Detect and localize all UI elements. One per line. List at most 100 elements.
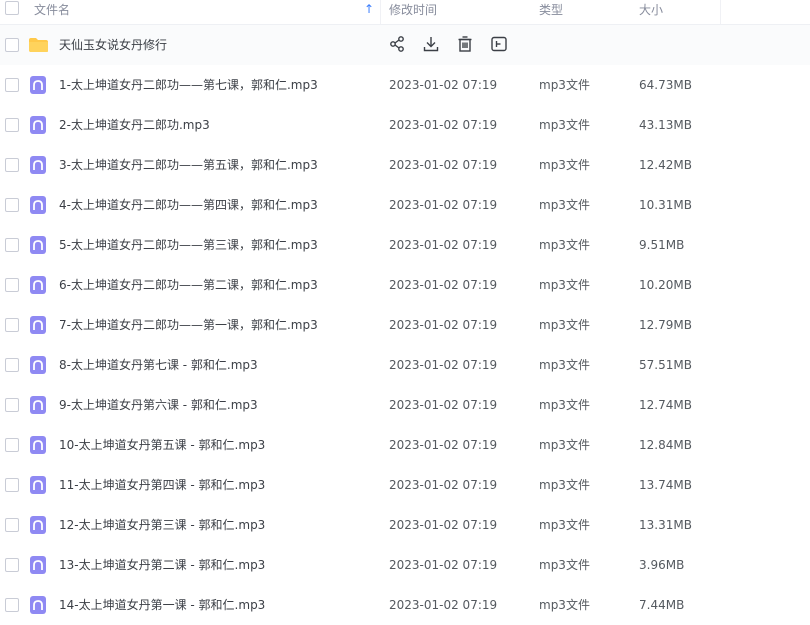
column-divider (720, 0, 721, 24)
file-modified-time: 2023-01-02 07:19 (389, 78, 498, 92)
file-size: 57.51MB (639, 358, 692, 372)
folder-icon (28, 37, 49, 53)
row-checkbox[interactable] (5, 278, 19, 292)
file-row[interactable]: 9-太上坤道女丹第六课 - 郭和仁.mp3 2023-01-02 07:19 mp3… (0, 385, 810, 425)
file-row[interactable]: 11-太上坤道女丹第四课 - 郭和仁.mp3 2023-01-02 07:19 mp… (0, 465, 810, 505)
row-checkbox[interactable] (5, 598, 19, 612)
file-name[interactable]: 14-太上坤道女丹第一课 - 郭和仁.mp3 (59, 585, 265, 625)
row-checkbox[interactable] (5, 158, 19, 172)
file-name[interactable]: 11-太上坤道女丹第四课 - 郭和仁.mp3 (59, 465, 265, 505)
file-row[interactable]: 4-太上坤道女丹二郎功——第四课，郭和仁.mp3 2023-01-02 07:19… (0, 185, 810, 225)
file-name[interactable]: 6-太上坤道女丹二郎功——第二课，郭和仁.mp3 (59, 265, 318, 305)
file-type: mp3文件 (539, 238, 590, 252)
file-modified-time: 2023-01-02 07:19 (389, 118, 498, 132)
file-type: mp3文件 (539, 518, 590, 532)
audio-file-icon (30, 396, 46, 414)
file-size: 12.79MB (639, 318, 692, 332)
folder-row[interactable]: 天仙玉女说女丹修行 (0, 25, 810, 65)
file-row[interactable]: 14-太上坤道女丹第一课 - 郭和仁.mp3 2023-01-02 07:19 mp… (0, 585, 810, 625)
audio-file-icon (30, 76, 46, 94)
file-size: 13.74MB (639, 478, 692, 492)
share-icon[interactable] (388, 35, 406, 53)
file-type: mp3文件 (539, 558, 590, 572)
column-header-modified[interactable]: 修改时间 (389, 0, 437, 24)
file-size: 64.73MB (639, 78, 692, 92)
row-checkbox[interactable] (5, 478, 19, 492)
row-checkbox[interactable] (5, 398, 19, 412)
file-modified-time: 2023-01-02 07:19 (389, 238, 498, 252)
select-all-checkbox[interactable] (5, 1, 19, 15)
file-row[interactable]: 2-太上坤道女丹二郎功.mp3 2023-01-02 07:19 mp3文件 43.1… (0, 105, 810, 145)
row-checkbox[interactable] (5, 38, 19, 52)
row-checkbox[interactable] (5, 558, 19, 572)
column-header-type[interactable]: 类型 (539, 0, 563, 24)
file-name[interactable]: 1-太上坤道女丹二郎功——第七课，郭和仁.mp3 (59, 65, 318, 105)
file-name[interactable]: 3-太上坤道女丹二郎功——第五课，郭和仁.mp3 (59, 145, 318, 185)
file-modified-time: 2023-01-02 07:19 (389, 478, 498, 492)
file-modified-time: 2023-01-02 07:19 (389, 598, 498, 612)
file-modified-time: 2023-01-02 07:19 (389, 318, 498, 332)
row-checkbox[interactable] (5, 198, 19, 212)
row-checkbox[interactable] (5, 118, 19, 132)
file-size: 10.31MB (639, 198, 692, 212)
audio-file-icon (30, 276, 46, 294)
row-checkbox[interactable] (5, 358, 19, 372)
audio-file-icon (30, 596, 46, 614)
file-row[interactable]: 8-太上坤道女丹第七课 - 郭和仁.mp3 2023-01-02 07:19 mp3… (0, 345, 810, 385)
audio-file-icon (30, 196, 46, 214)
file-type: mp3文件 (539, 358, 590, 372)
file-modified-time: 2023-01-02 07:19 (389, 278, 498, 292)
file-name[interactable]: 4-太上坤道女丹二郎功——第四课，郭和仁.mp3 (59, 185, 318, 225)
row-checkbox[interactable] (5, 238, 19, 252)
file-row[interactable]: 3-太上坤道女丹二郎功——第五课，郭和仁.mp3 2023-01-02 07:19… (0, 145, 810, 185)
file-row[interactable]: 6-太上坤道女丹二郎功——第二课，郭和仁.mp3 2023-01-02 07:19… (0, 265, 810, 305)
file-size: 3.96MB (639, 558, 685, 572)
file-row[interactable]: 12-太上坤道女丹第三课 - 郭和仁.mp3 2023-01-02 07:19 mp… (0, 505, 810, 545)
row-checkbox[interactable] (5, 78, 19, 92)
file-type: mp3文件 (539, 198, 590, 212)
file-type: mp3文件 (539, 398, 590, 412)
file-name[interactable]: 8-太上坤道女丹第七课 - 郭和仁.mp3 (59, 345, 258, 385)
file-list: 天仙玉女说女丹修行 1-太上坤道女丹二郎功——第七课，郭和仁.mp3 2023-… (0, 25, 810, 625)
audio-file-icon (30, 516, 46, 534)
file-row[interactable]: 1-太上坤道女丹二郎功——第七课，郭和仁.mp3 2023-01-02 07:19… (0, 65, 810, 105)
file-type: mp3文件 (539, 158, 590, 172)
file-modified-time: 2023-01-02 07:19 (389, 518, 498, 532)
file-type: mp3文件 (539, 438, 590, 452)
column-divider (380, 0, 381, 24)
file-size: 9.51MB (639, 238, 685, 252)
file-name[interactable]: 10-太上坤道女丹第五课 - 郭和仁.mp3 (59, 425, 265, 465)
row-checkbox[interactable] (5, 438, 19, 452)
file-row[interactable]: 5-太上坤道女丹二郎功——第三课，郭和仁.mp3 2023-01-02 07:19… (0, 225, 810, 265)
row-checkbox[interactable] (5, 318, 19, 332)
file-type: mp3文件 (539, 78, 590, 92)
audio-file-icon (30, 236, 46, 254)
file-size: 12.42MB (639, 158, 692, 172)
file-name[interactable]: 12-太上坤道女丹第三课 - 郭和仁.mp3 (59, 505, 265, 545)
file-name[interactable]: 13-太上坤道女丹第二课 - 郭和仁.mp3 (59, 545, 265, 585)
file-name[interactable]: 7-太上坤道女丹二郎功——第一课，郭和仁.mp3 (59, 305, 318, 345)
file-row[interactable]: 7-太上坤道女丹二郎功——第一课，郭和仁.mp3 2023-01-02 07:19… (0, 305, 810, 345)
audio-file-icon (30, 356, 46, 374)
file-size: 12.74MB (639, 398, 692, 412)
file-modified-time: 2023-01-02 07:19 (389, 558, 498, 572)
file-row[interactable]: 10-太上坤道女丹第五课 - 郭和仁.mp3 2023-01-02 07:19 mp… (0, 425, 810, 465)
row-checkbox[interactable] (5, 518, 19, 532)
file-size: 12.84MB (639, 438, 692, 452)
file-list-header: 文件名 ↑ 修改时间 类型 大小 (0, 0, 810, 25)
file-name[interactable]: 9-太上坤道女丹第六课 - 郭和仁.mp3 (59, 385, 258, 425)
file-size: 13.31MB (639, 518, 692, 532)
file-modified-time: 2023-01-02 07:19 (389, 158, 498, 172)
download-icon[interactable] (422, 35, 440, 53)
audio-file-icon (30, 116, 46, 134)
file-row[interactable]: 13-太上坤道女丹第二课 - 郭和仁.mp3 2023-01-02 07:19 mp… (0, 545, 810, 585)
file-size: 43.13MB (639, 118, 692, 132)
delete-icon[interactable] (456, 35, 474, 53)
more-icon[interactable] (490, 35, 508, 53)
column-header-name[interactable]: 文件名 (34, 0, 70, 24)
file-name[interactable]: 2-太上坤道女丹二郎功.mp3 (59, 105, 210, 145)
file-name[interactable]: 5-太上坤道女丹二郎功——第三课，郭和仁.mp3 (59, 225, 318, 265)
folder-name[interactable]: 天仙玉女说女丹修行 (59, 25, 167, 65)
column-header-size[interactable]: 大小 (639, 0, 663, 24)
sort-ascending-icon[interactable]: ↑ (364, 2, 374, 16)
